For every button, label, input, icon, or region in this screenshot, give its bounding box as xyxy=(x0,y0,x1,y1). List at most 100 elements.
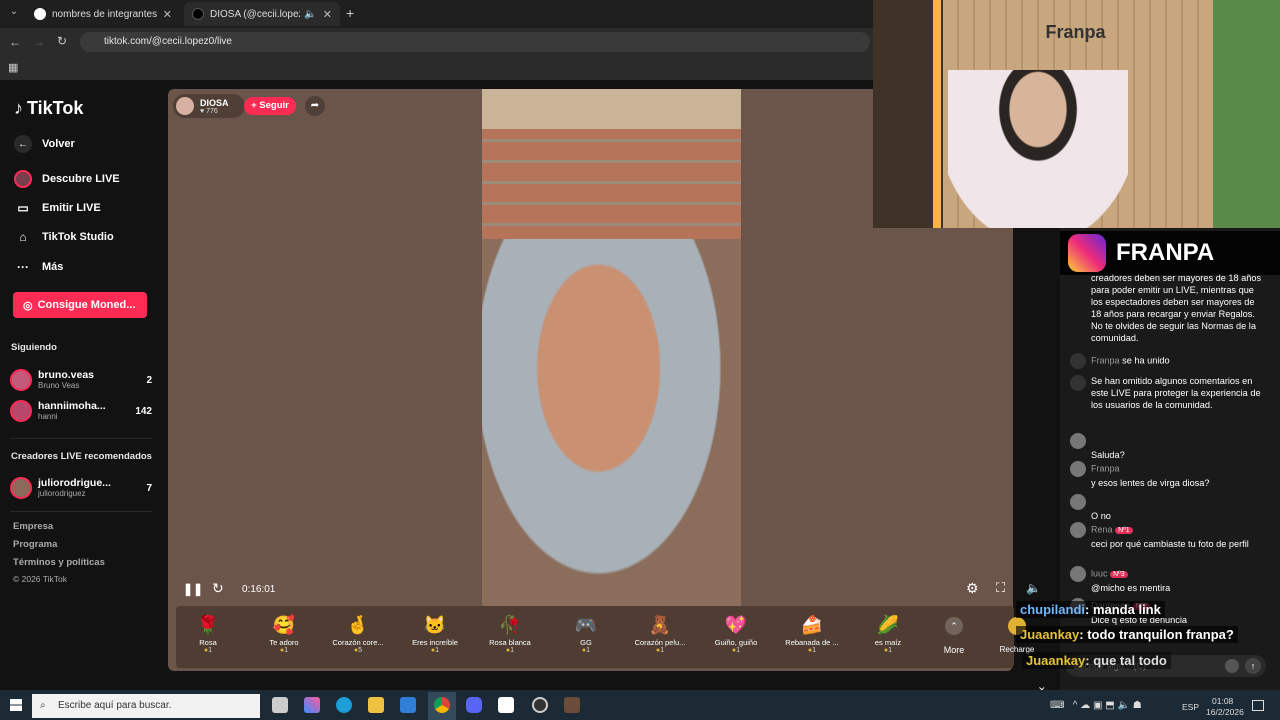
tab-label: DIOSA (@cecii.lopez0) está xyxy=(210,8,300,20)
close-icon[interactable]: ✕ xyxy=(157,8,172,21)
tab-search-icon[interactable]: ⌄ xyxy=(6,6,22,22)
footer-link[interactable]: Empresa xyxy=(13,521,53,532)
task-view-icon[interactable] xyxy=(272,697,288,713)
franpa-logo: Franpa xyxy=(1045,22,1106,42)
gift-icon: 🌽 xyxy=(876,615,900,635)
sidebar-item-more[interactable]: ··· Más xyxy=(14,258,63,276)
gift-item[interactable]: 🧸 Corazón pelu... ●1 xyxy=(622,612,698,654)
gift-item[interactable]: 🎮 GG ●1 xyxy=(548,612,624,654)
viewer-count: 2 xyxy=(146,374,152,386)
obs-icon[interactable] xyxy=(532,697,548,713)
chat-user[interactable]: Rena xyxy=(1091,524,1113,534)
gift-name: Corazón pelu... xyxy=(634,638,686,647)
tiktok-logo[interactable]: ♪ TikTok xyxy=(14,98,83,119)
gift-item[interactable]: 🥀 Rosa blanca ●1 xyxy=(472,612,548,654)
avatar[interactable] xyxy=(1070,494,1086,510)
google-icon xyxy=(34,8,46,20)
capcut-icon[interactable] xyxy=(498,697,514,713)
notification-icon[interactable] xyxy=(1252,700,1264,711)
more-gifts-button[interactable]: ⌃ More xyxy=(940,617,968,655)
search-placeholder: Escribe aquí para buscar. xyxy=(58,700,172,711)
gift-name: Corazón core... xyxy=(332,638,384,647)
gift-price: ●1 xyxy=(170,647,246,654)
overlay-user: chupilandi xyxy=(1020,602,1085,617)
streamer-person xyxy=(948,70,1128,228)
follow-button[interactable]: + Seguir xyxy=(244,97,296,115)
gift-price: ●1 xyxy=(548,647,624,654)
file-explorer-icon[interactable] xyxy=(368,697,384,713)
sidebar-item-studio[interactable]: ⌂ TikTok Studio xyxy=(14,228,113,246)
gift-item[interactable]: 🥰 Te adoro ●1 xyxy=(246,612,322,654)
fullscreen-icon[interactable]: ⛶ xyxy=(996,580,1005,596)
new-tab-button[interactable]: + xyxy=(346,5,354,21)
gift-price-value: 1 xyxy=(510,647,515,654)
gift-item[interactable]: 🤞 Corazón core... ●5 xyxy=(320,612,396,654)
app-icon[interactable] xyxy=(564,697,580,713)
reload-icon[interactable]: ↻ xyxy=(57,34,67,48)
url-field[interactable]: tiktok.com/@cecii.lopez0/live xyxy=(80,32,870,52)
avatar xyxy=(10,477,32,499)
chrome-icon[interactable] xyxy=(434,697,450,713)
speaker-icon[interactable]: 🔈 xyxy=(304,9,316,20)
forward-arrow-icon[interactable]: → xyxy=(33,35,45,49)
footer-link[interactable]: Programa xyxy=(13,539,57,550)
pause-icon[interactable]: ❚❚ xyxy=(183,582,203,596)
discord-icon[interactable] xyxy=(466,697,482,713)
gift-price-value: 1 xyxy=(660,647,665,654)
follow-name: bruno.veas xyxy=(38,369,95,381)
refresh-icon[interactable]: ↻ xyxy=(212,580,224,597)
following-item[interactable]: hanniimoha... hanni 142 xyxy=(10,397,152,425)
emoji-icon[interactable] xyxy=(1225,659,1239,673)
sidebar-item-discover-live[interactable]: Descubre LIVE xyxy=(14,170,120,188)
avatar[interactable] xyxy=(1070,433,1086,449)
overlay-text: : todo tranquilon franpa? xyxy=(1079,627,1234,642)
copilot-icon[interactable] xyxy=(304,697,320,713)
back-link[interactable]: ← Volver xyxy=(14,135,75,153)
sidebar-item-go-live[interactable]: ▭ Emitir LIVE xyxy=(14,199,100,217)
tab-google[interactable]: nombres de integrantes black p ✕ xyxy=(26,2,180,26)
tab-tiktok[interactable]: DIOSA (@cecii.lopez0) está 🔈 ✕ xyxy=(184,2,340,26)
apps-grid-icon[interactable]: ▦ xyxy=(8,61,18,74)
back-arrow-icon[interactable]: ← xyxy=(9,35,21,49)
overlay-text: : que tal todo xyxy=(1085,653,1167,668)
volume-icon[interactable]: 🔈 xyxy=(1026,581,1041,595)
chat-text: y esos lentes de virga diosa? xyxy=(1091,478,1210,488)
omitted-notice: Se han omitido algunos comentarios en es… xyxy=(1070,375,1270,411)
edge-icon[interactable] xyxy=(336,697,352,713)
divider xyxy=(10,511,152,512)
clock-date[interactable]: 16/2/2026 xyxy=(1206,707,1244,717)
settings-icon[interactable]: ⚙ xyxy=(966,580,979,597)
tray-icons[interactable]: ⌨ ^ ☁ ▣ ⬒ 🔈 ☗ xyxy=(1050,700,1142,711)
chat-user[interactable]: luuc xyxy=(1091,568,1108,578)
windows-start-icon[interactable] xyxy=(10,699,22,711)
host-badge[interactable]: DIOSA ♥ 776 xyxy=(173,94,245,118)
gift-item[interactable]: 🍰 Rebanada de ... ●1 xyxy=(774,612,850,654)
send-icon[interactable]: ↑ xyxy=(1245,658,1261,674)
gift-icon: 🌹 xyxy=(196,615,220,635)
follow-sub: juliorodriguez xyxy=(38,489,86,498)
clock-time[interactable]: 01:08 xyxy=(1212,696,1233,706)
avatar[interactable] xyxy=(1070,566,1086,582)
gift-item[interactable]: 🌽 es maíz ●1 xyxy=(850,612,926,654)
language-indicator[interactable]: ESP xyxy=(1182,702,1199,712)
recommended-item[interactable]: juliorodrigue... juliorodriguez 7 xyxy=(10,474,152,502)
footer-link[interactable]: Términos y políticas xyxy=(13,557,105,568)
store-icon[interactable] xyxy=(400,697,416,713)
studio-icon: ⌂ xyxy=(19,230,27,244)
close-icon[interactable]: ✕ xyxy=(317,8,332,21)
share-icon[interactable]: ➦ xyxy=(305,96,325,116)
avatar[interactable] xyxy=(1070,461,1086,477)
gift-name: Te adoro xyxy=(269,638,299,647)
chat-text: @micho es mentira xyxy=(1091,583,1171,593)
taskbar-search[interactable]: ⌕ Escribe aquí para buscar. xyxy=(32,694,260,718)
get-coins-button[interactable]: ◎ Consigue Moned... xyxy=(13,292,147,318)
live-video[interactable] xyxy=(482,89,741,608)
gift-item[interactable]: 💖 Guiño, guiño ●1 xyxy=(698,612,774,654)
gift-item[interactable]: 🌹 Rosa ●1 xyxy=(170,612,246,654)
more-label: More xyxy=(943,645,965,655)
more-dots-icon: ··· xyxy=(17,260,29,274)
following-item[interactable]: bruno.veas Bruno Veas 2 xyxy=(10,366,152,394)
avatar[interactable] xyxy=(1070,522,1086,538)
chat-user[interactable]: Franpa xyxy=(1091,463,1120,473)
gift-item[interactable]: 🐱 Eres increíble ●1 xyxy=(397,612,473,654)
